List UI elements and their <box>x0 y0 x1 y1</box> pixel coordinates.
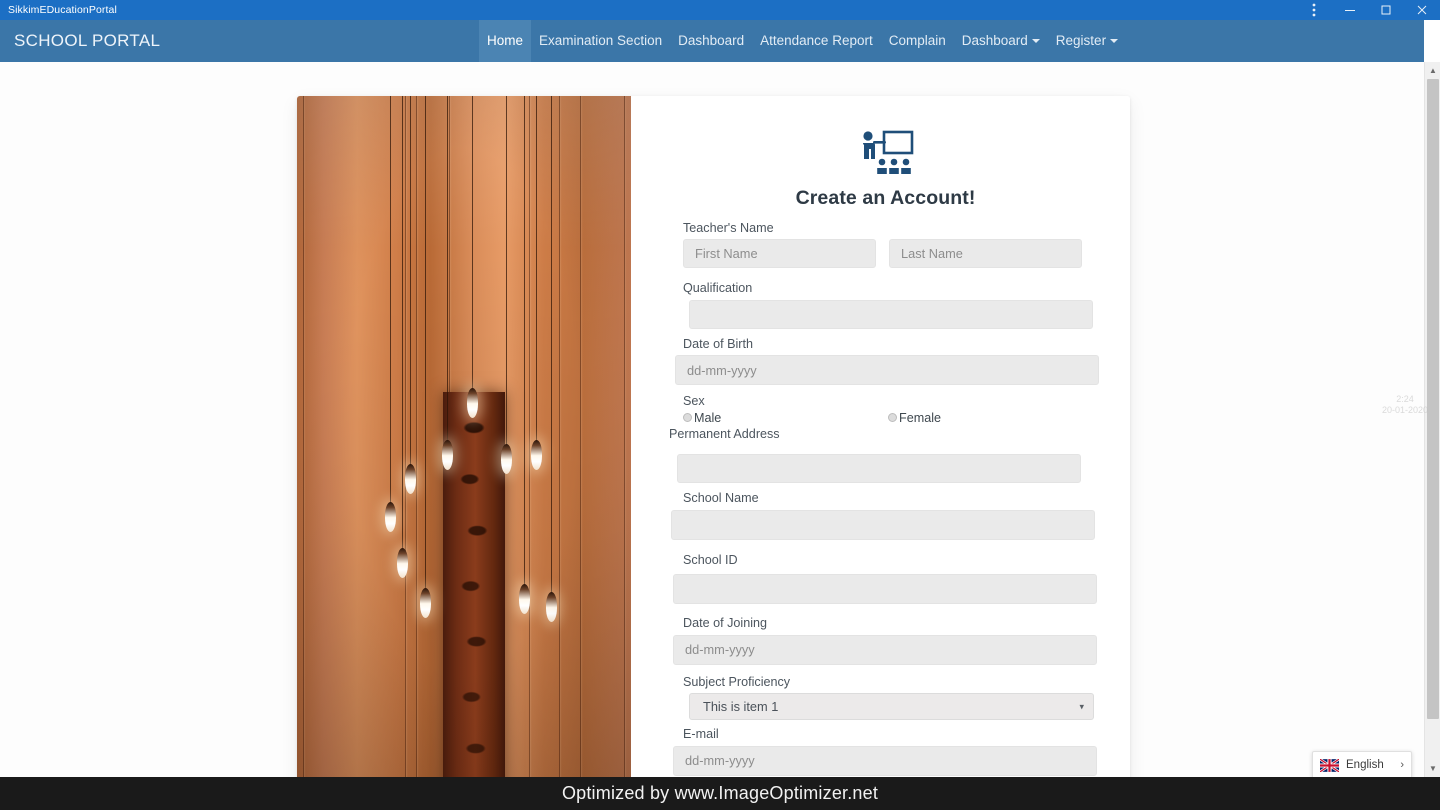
label-subject-proficiency: Subject Proficiency <box>683 674 791 689</box>
label-date-of-birth: Date of Birth <box>683 336 753 351</box>
nav-item-home[interactable]: Home <box>479 20 532 62</box>
field-permanent-address: Permanent Address <box>669 427 1088 484</box>
teacher-at-blackboard-icon <box>862 130 913 174</box>
scroll-up-arrow-icon[interactable]: ▲ <box>1425 62 1440 79</box>
school-id-input[interactable] <box>673 574 1097 605</box>
nav-item-label: Complain <box>888 33 946 49</box>
nav-item-examination-section[interactable]: Examination Section <box>531 20 670 62</box>
date-of-joining-input[interactable]: dd-mm-yyyy <box>673 634 1097 665</box>
label-sex: Sex <box>683 394 705 409</box>
field-sex: Sex Male Female <box>683 394 1088 425</box>
decorative-image-pendant-lights <box>297 96 631 777</box>
scroll-down-arrow-icon[interactable]: ▼ <box>1425 760 1440 777</box>
chevron-down-icon: ▾ <box>1079 701 1084 712</box>
field-date-of-birth: Date of Birth dd-mm-yyyy <box>675 336 1099 386</box>
field-school-name: School Name <box>671 491 1095 540</box>
nav-item-attendance-report[interactable]: Attendance Report <box>752 20 881 62</box>
email-input[interactable]: dd-mm-yyyy <box>673 745 1097 776</box>
site-brand[interactable]: SCHOOL PORTAL <box>0 31 160 51</box>
uk-flag-icon <box>1320 758 1339 772</box>
field-qualification: Qualification <box>683 281 1093 329</box>
school-name-input[interactable] <box>671 509 1095 540</box>
nav-links: Home Examination Section Dashboard Atten… <box>479 20 1126 62</box>
date-of-birth-input[interactable]: dd-mm-yyyy <box>675 355 1099 386</box>
label-teachers-name: Teacher's Name <box>683 221 774 235</box>
chevron-right-icon[interactable]: › <box>1400 759 1404 771</box>
chevron-down-icon <box>1031 39 1040 43</box>
field-date-of-joining: Date of Joining dd-mm-yyyy <box>673 616 1097 665</box>
label-qualification: Qualification <box>683 281 753 296</box>
maximize-icon[interactable] <box>1368 0 1404 20</box>
label-permanent-address: Permanent Address <box>669 426 780 441</box>
registration-card: Create an Account! Teacher's Name First … <box>297 96 1130 777</box>
kebab-menu-icon[interactable] <box>1296 0 1332 20</box>
radio-label: Male <box>694 410 722 425</box>
radio-button-icon <box>888 413 897 423</box>
label-school-id: School ID <box>683 552 738 567</box>
window-title: SikkimEDucationPortal <box>8 4 117 16</box>
field-teachers-name: Teacher's Name First Name Last Name <box>683 221 1088 269</box>
nav-item-label: Home <box>487 33 524 49</box>
nav-item-dashboard[interactable]: Dashboard <box>670 20 752 62</box>
nav-item-dashboard-dropdown[interactable]: Dashboard <box>954 20 1048 62</box>
nav-item-label: Examination Section <box>539 33 663 49</box>
first-name-input[interactable]: First Name <box>683 239 876 269</box>
watermark-text: Optimized by www.ImageOptimizer.net <box>561 783 879 803</box>
permanent-address-input[interactable] <box>677 454 1081 484</box>
last-name-input[interactable]: Last Name <box>889 239 1082 269</box>
field-subject-proficiency: Subject Proficiency This is item 1 ▾ <box>683 674 1094 721</box>
label-date-of-joining: Date of Joining <box>683 616 768 631</box>
nav-item-label: Dashboard <box>678 33 745 49</box>
page-title: Create an Account! <box>795 187 976 209</box>
subject-proficiency-selected-value: This is item 1 <box>703 699 779 715</box>
page-scrollbar[interactable]: ▲ ▼ <box>1424 62 1440 777</box>
radio-button-icon <box>683 413 692 423</box>
qualification-input[interactable] <box>689 299 1093 329</box>
label-email: E-mail <box>683 727 719 742</box>
page-content: Create an Account! Teacher's Name First … <box>0 62 1424 777</box>
browser-title-bar: SikkimEDucationPortal <box>0 0 1440 20</box>
teachers-name-row: First Name Last Name <box>683 239 1088 269</box>
radio-label: Female <box>899 410 941 425</box>
minimize-icon[interactable] <box>1332 0 1368 20</box>
nav-item-label: Register <box>1055 33 1107 49</box>
chevron-down-icon <box>1110 39 1119 43</box>
registration-form: Create an Account! Teacher's Name First … <box>631 96 1130 777</box>
nav-item-complain[interactable]: Complain <box>881 20 954 62</box>
nav-item-register-dropdown[interactable]: Register <box>1048 20 1126 62</box>
radio-option-female[interactable]: Female <box>888 411 941 425</box>
image-optimizer-watermark: Optimized by www.ImageOptimizer.net <box>0 777 1440 810</box>
nav-item-label: Attendance Report <box>760 33 873 49</box>
sex-radio-row: Male Female <box>683 411 1088 425</box>
nav-item-label: Dashboard <box>961 33 1028 49</box>
close-icon[interactable] <box>1404 0 1440 20</box>
field-school-id: School ID <box>673 552 1097 605</box>
language-label: English <box>1346 759 1384 771</box>
site-navbar: SCHOOL PORTAL Home Examination Section D… <box>0 20 1424 62</box>
subject-proficiency-select[interactable]: This is item 1 ▾ <box>689 693 1094 721</box>
scrollbar-thumb[interactable] <box>1427 79 1439 719</box>
language-selector[interactable]: English › <box>1312 751 1412 779</box>
radio-option-male[interactable]: Male <box>683 411 888 425</box>
label-school-name: School Name <box>683 491 759 506</box>
field-email: E-mail dd-mm-yyyy <box>673 727 1097 776</box>
